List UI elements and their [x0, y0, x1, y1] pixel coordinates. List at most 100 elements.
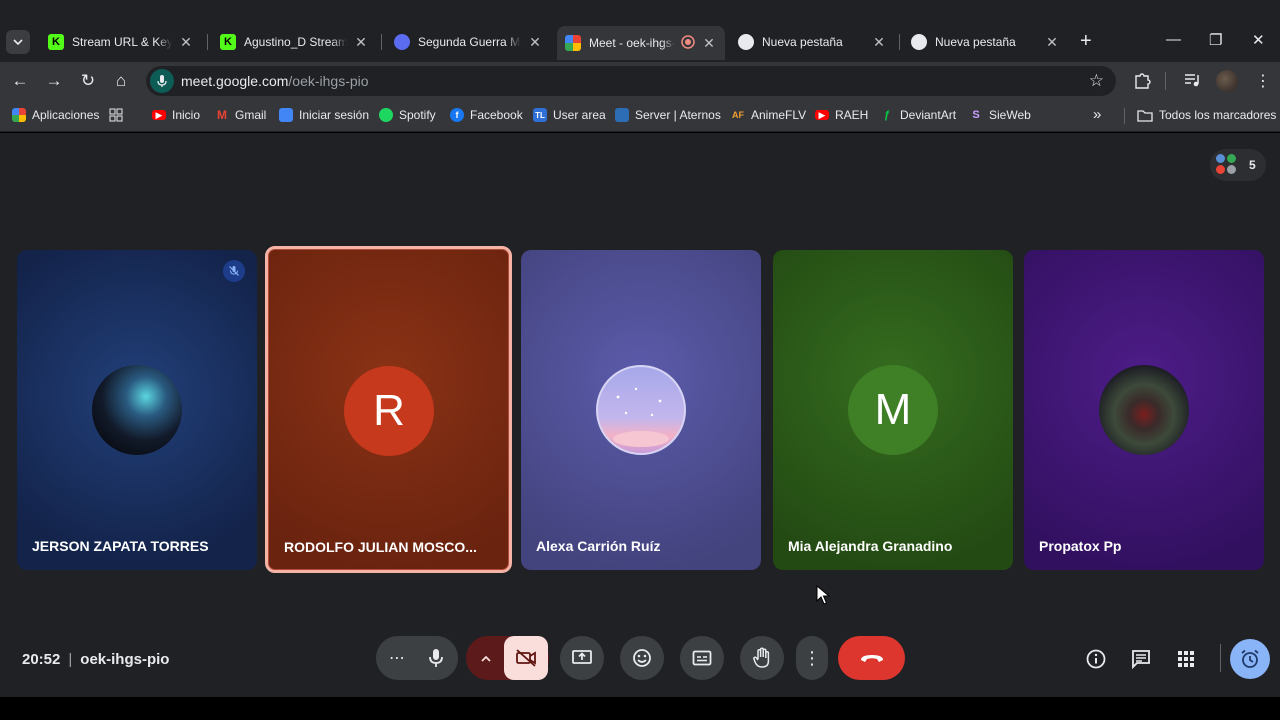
bookmark-star-icon[interactable]: ☆: [1089, 71, 1104, 91]
video-settings-button[interactable]: [468, 636, 504, 680]
present-screen-icon: [572, 650, 592, 664]
present-screen-button[interactable]: [560, 636, 604, 680]
alarm-clock-icon: [1241, 649, 1259, 668]
participant-avatar: [1099, 365, 1189, 455]
participant-avatar: [596, 365, 686, 455]
folder-icon: [1137, 109, 1153, 122]
bookmark-label: SieWeb: [989, 108, 1031, 122]
participant-name: Alexa Carrión Ruíz: [536, 538, 661, 554]
tab-nueva-1[interactable]: Nueva pestaña ✕: [730, 28, 895, 56]
reload-icon[interactable]: ↻: [78, 71, 98, 91]
host-controls-button[interactable]: [1230, 639, 1270, 679]
minimize-icon[interactable]: —: [1166, 31, 1181, 48]
bookmark-gmail[interactable]: M Gmail: [215, 108, 266, 122]
tab-separator: [207, 34, 208, 50]
close-icon[interactable]: ✕: [871, 34, 887, 51]
home-icon[interactable]: ⌂: [111, 71, 131, 91]
bookmark-deviantart[interactable]: ƒ DeviantArt: [880, 108, 956, 122]
participant-name: Mia Alejandra Granadino: [788, 538, 953, 554]
bookmark-animeflv[interactable]: AF AnimeFLV: [731, 108, 806, 122]
bookmark-facebook[interactable]: f Facebook: [450, 108, 523, 122]
address-bar[interactable]: meet.google.com/oek-ihgs-pio ☆: [146, 66, 1116, 96]
participant-name: Propatox Pp: [1039, 538, 1122, 554]
meet-stage: 5 JERSON ZAPATA TORRES R RODOLFO JULIAN …: [0, 133, 1280, 697]
kick-icon: K: [48, 34, 64, 50]
leave-call-button[interactable]: [838, 636, 905, 680]
close-icon[interactable]: ✕: [178, 34, 194, 51]
chrome-icon: [911, 34, 927, 50]
bookmark-inicio[interactable]: ▶ Inicio: [152, 108, 200, 122]
close-icon[interactable]: ✕: [353, 34, 369, 51]
apps-grid-icon: [12, 108, 26, 122]
restore-icon[interactable]: ❐: [1209, 31, 1222, 49]
bookmark-label: Facebook: [470, 108, 523, 122]
tab-title: Meet - oek-ihgs-pio: [589, 36, 675, 50]
participant-tile-propatox[interactable]: Propatox Pp: [1024, 250, 1264, 570]
camera-button[interactable]: [504, 636, 548, 680]
tab-nueva-2[interactable]: Nueva pestaña ✕: [903, 28, 1068, 56]
chat-button[interactable]: [1131, 649, 1151, 669]
new-tab-button[interactable]: +: [1080, 30, 1092, 53]
tab-title: Stream URL & Key - K: [72, 35, 172, 49]
tab-segunda-guerra[interactable]: Segunda Guerra Mun ✕: [386, 28, 551, 56]
participants-chip[interactable]: 5: [1210, 149, 1266, 181]
apps-grid-icon: [1178, 651, 1194, 667]
close-icon[interactable]: ✕: [701, 35, 717, 52]
deviantart-icon: ƒ: [883, 109, 891, 121]
current-time: 20:52: [22, 651, 61, 668]
profile-avatar[interactable]: [1216, 70, 1238, 92]
tab-stream-url[interactable]: K Stream URL & Key - K ✕: [40, 28, 202, 56]
participant-tile-alexa[interactable]: Alexa Carrión Ruíz: [521, 250, 761, 570]
menu-kebab-icon[interactable]: ⋮: [1255, 71, 1271, 91]
meeting-details-button[interactable]: [1086, 649, 1106, 669]
tab-title: Nueva pestaña: [935, 35, 1016, 49]
microphone-indicator-icon[interactable]: [150, 69, 174, 93]
bookmark-label: Spotify: [399, 108, 436, 122]
raise-hand-button[interactable]: [740, 636, 784, 680]
grid-icon: [109, 108, 123, 122]
participant-tile-rodolfo[interactable]: R RODOLFO JULIAN MOSCO...: [265, 246, 512, 573]
audio-settings-button[interactable]: ⋯: [382, 636, 412, 680]
extensions-icon[interactable]: [1133, 71, 1151, 94]
tab-meet[interactable]: Meet - oek-ihgs-pio ✕: [557, 26, 725, 60]
media-control-icon[interactable]: [1183, 71, 1201, 94]
participant-avatar: R: [344, 366, 434, 456]
back-icon[interactable]: ←: [10, 71, 30, 91]
more-options-button[interactable]: ⋮: [796, 636, 828, 680]
participant-tile-mia[interactable]: M Mia Alejandra Granadino: [773, 250, 1013, 570]
tab-title: Segunda Guerra Mun: [418, 35, 521, 49]
bookmark-sieweb[interactable]: S SieWeb: [969, 108, 1031, 122]
hand-icon: [753, 647, 770, 668]
facebook-icon: f: [450, 108, 464, 122]
microphone-button[interactable]: [414, 636, 458, 680]
chevron-double-right-icon: »: [1093, 106, 1102, 123]
bookmark-grid[interactable]: [109, 108, 123, 122]
close-window-icon[interactable]: ✕: [1252, 31, 1265, 49]
all-bookmarks-folder[interactable]: Todos los marcadores: [1137, 108, 1276, 122]
participant-avatar: M: [848, 365, 938, 455]
bookmark-user-area[interactable]: TL User area: [533, 108, 606, 122]
bookmarks-bar: Aplicaciones ▶ Inicio M Gmail Iniciar se…: [0, 100, 1280, 132]
bookmark-raeh[interactable]: ▶ RAEH: [815, 108, 868, 122]
activities-button[interactable]: [1176, 649, 1196, 669]
tab-title: Nueva pestaña: [762, 35, 843, 49]
reactions-button[interactable]: [620, 636, 664, 680]
bookmark-aternos[interactable]: Server | Aternos: [615, 108, 721, 122]
close-icon[interactable]: ✕: [1044, 34, 1060, 51]
close-icon[interactable]: ✕: [527, 34, 543, 51]
participant-count: 5: [1249, 158, 1256, 172]
bookmark-label: Aplicaciones: [32, 108, 100, 122]
forward-icon[interactable]: →: [44, 71, 64, 91]
url-text[interactable]: meet.google.com/oek-ihgs-pio: [181, 73, 369, 89]
bookmark-iniciar-sesion[interactable]: Iniciar sesión: [279, 108, 369, 122]
participant-tile-jerson[interactable]: JERSON ZAPATA TORRES: [17, 250, 257, 570]
bottom-letterbox: [0, 697, 1280, 720]
tab-agustino-stream[interactable]: K Agustino_D Stream - ✕: [212, 28, 377, 56]
captions-button[interactable]: [680, 636, 724, 680]
tab-search-button[interactable]: [6, 30, 30, 54]
bookmarks-overflow-button[interactable]: »: [1093, 106, 1101, 123]
bookmark-spotify[interactable]: Spotify: [379, 108, 436, 122]
bookmark-aplicaciones[interactable]: Aplicaciones: [12, 108, 99, 122]
participant-name: JERSON ZAPATA TORRES: [32, 538, 209, 554]
bookmark-label: DeviantArt: [900, 108, 957, 122]
